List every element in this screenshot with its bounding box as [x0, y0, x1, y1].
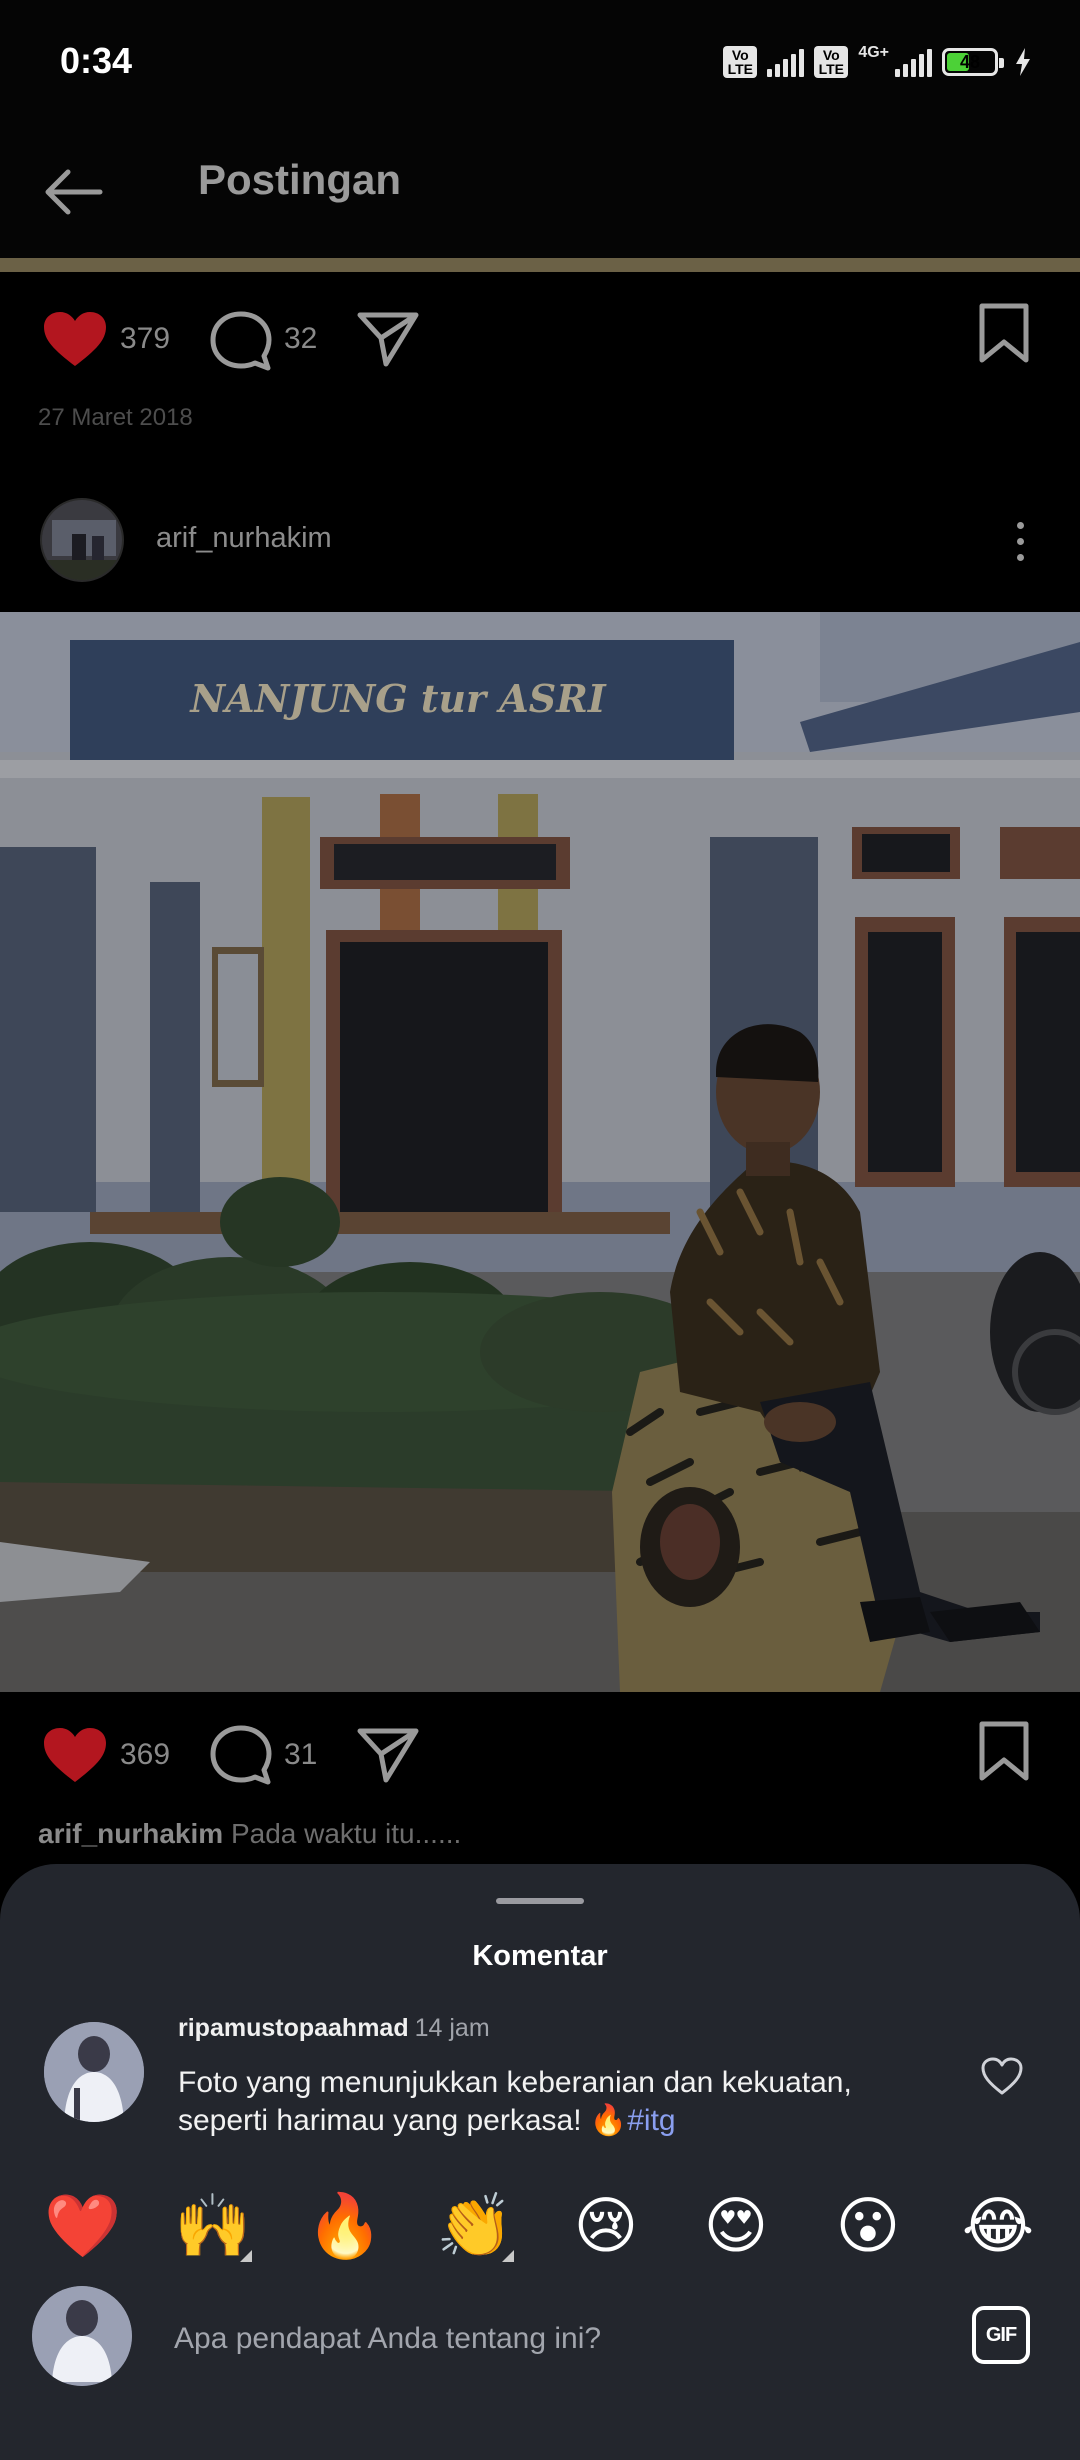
share-icon[interactable]	[356, 1726, 420, 1784]
previous-likes-count: 379	[120, 322, 171, 355]
sign-text: NANJUNG tur ASRI	[189, 676, 606, 721]
post-actions: 369 31	[0, 1702, 1080, 1812]
share-icon[interactable]	[356, 310, 420, 368]
emoji-fire-button[interactable]: 🔥	[306, 2188, 383, 2264]
comment-icon[interactable]	[208, 1724, 274, 1788]
volte-icon: Vo LTE	[723, 46, 758, 78]
signal-icon	[767, 47, 805, 77]
emoji-heart-button[interactable]: ❤️	[44, 2188, 121, 2264]
sheet-drag-handle[interactable]	[496, 1898, 584, 1904]
comment-username: ripamustopaahmad 14 jam	[178, 2014, 490, 2043]
emoji-laugh-button[interactable]: 😂	[960, 2188, 1036, 2264]
post-caption: arif_nurhakim Pada waktu itu......	[38, 1818, 461, 1850]
post-photo[interactable]: NANJUNG tur ASRI	[0, 612, 1080, 1692]
system-nav-bar	[0, 2418, 1080, 2460]
status-clock: 0:34	[60, 40, 133, 81]
post-comments-count: 31	[284, 1738, 318, 1771]
more-options-button[interactable]	[1010, 518, 1030, 564]
previous-post-actions: 379 32	[0, 280, 1080, 390]
previous-post-date: 27 Maret 2018	[38, 404, 193, 431]
back-button[interactable]	[38, 160, 110, 224]
network-type-label: 4G+	[858, 44, 889, 61]
emoji-raised-hands-button[interactable]: 🙌	[174, 2188, 252, 2264]
arrow-left-icon	[45, 169, 103, 215]
status-bar: 0:34 Vo LTE Vo LTE 4G+ 48	[0, 0, 1080, 130]
page-title: Postingan	[198, 156, 402, 203]
post-image: NANJUNG tur ASRI	[0, 612, 1080, 1692]
emoji-surprised-button[interactable]: 😮	[830, 2188, 906, 2264]
heart-filled-icon[interactable]	[42, 310, 108, 368]
app-header: Postingan	[0, 130, 1080, 258]
emoji-clap-button[interactable]: 👏	[436, 2188, 514, 2264]
bookmark-icon[interactable]	[976, 302, 1032, 366]
heart-filled-icon[interactable]	[42, 1726, 108, 1784]
emoji-sad-button[interactable]: 😢	[568, 2188, 644, 2264]
comment-body: Foto yang menunjukkan keberanian dan kek…	[178, 2066, 852, 2137]
comment-username-text[interactable]: ripamustopaahmad	[178, 2014, 409, 2042]
volte-icon: Vo LTE	[814, 46, 849, 78]
my-avatar	[32, 2286, 132, 2386]
status-icons: Vo LTE Vo LTE 4G+ 48	[723, 44, 1032, 80]
bookmark-icon[interactable]	[976, 1720, 1032, 1784]
quick-emoji-row: ❤️ 🙌 🔥 👏 😢 😍 😮 😂	[0, 2188, 1080, 2264]
comment-input[interactable]	[172, 2316, 936, 2362]
previous-comments-count: 32	[284, 322, 318, 355]
charging-bolt-icon	[1016, 48, 1030, 76]
caption-username[interactable]: arif_nurhakim	[38, 1818, 223, 1849]
comment-hashtag[interactable]: #itg	[627, 2104, 675, 2137]
caption-text: Pada waktu itu......	[230, 1818, 462, 1849]
battery-icon: 48	[942, 48, 1004, 76]
emoji-heart-eyes-button[interactable]: 😍	[698, 2188, 774, 2264]
gif-button[interactable]: GIF	[972, 2306, 1030, 2364]
previous-post-image-edge	[0, 258, 1080, 272]
post-likes-count: 369	[120, 1738, 171, 1771]
comment-icon[interactable]	[208, 310, 274, 374]
avatar[interactable]	[40, 498, 124, 582]
sheet-title: Komentar	[472, 1940, 608, 1972]
post-username[interactable]: arif_nurhakim	[156, 522, 332, 555]
commenter-avatar[interactable]	[44, 2022, 144, 2122]
signal-icon	[895, 47, 932, 77]
battery-level: 48	[959, 52, 981, 72]
comment-like-heart-icon[interactable]	[980, 2056, 1024, 2096]
comment-time: 14 jam	[414, 2014, 490, 2042]
comment-text: Foto yang menunjukkan keberanian dan kek…	[178, 2064, 898, 2140]
